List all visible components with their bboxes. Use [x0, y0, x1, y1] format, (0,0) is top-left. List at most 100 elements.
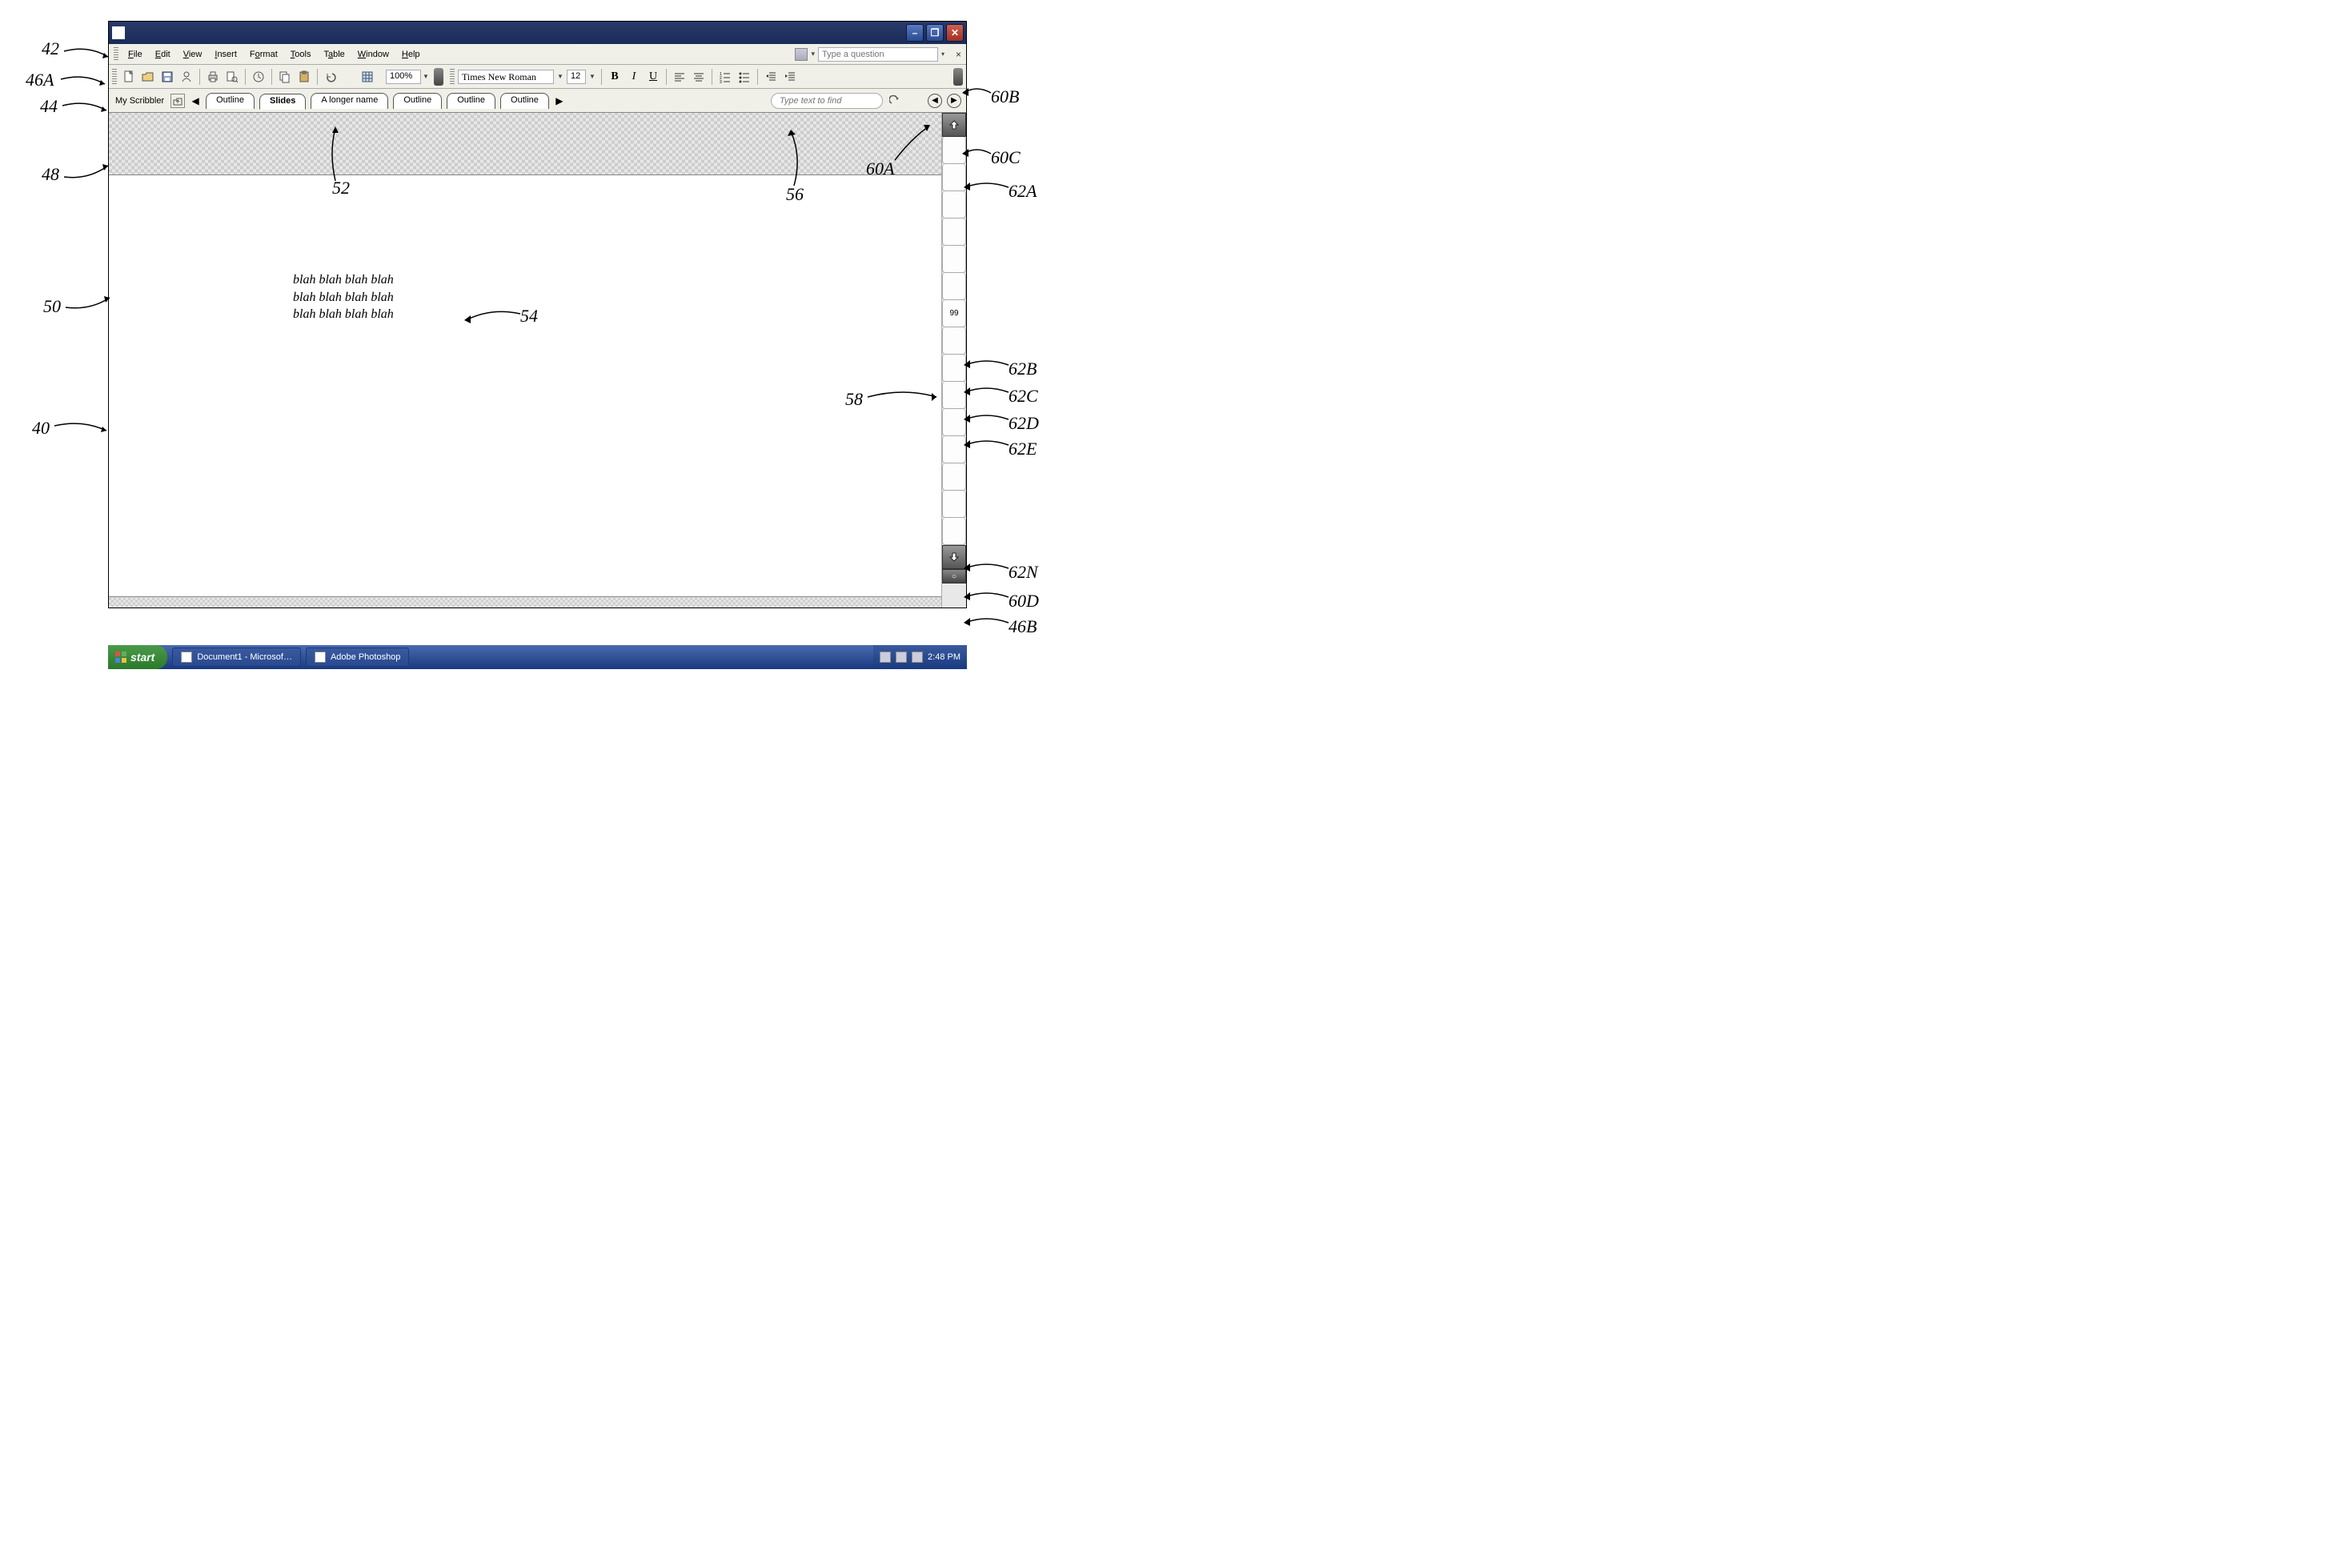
insert-table-button[interactable]	[359, 68, 376, 86]
scroll-cell[interactable]	[942, 219, 966, 246]
document-line: blah blah blah blah	[293, 289, 941, 307]
align-left-button[interactable]	[671, 68, 688, 86]
photoshop-icon	[315, 652, 326, 663]
scroll-cell[interactable]	[942, 518, 966, 545]
svg-text:3: 3	[720, 80, 722, 83]
tab-outline-2[interactable]: Outline	[393, 93, 442, 109]
help-dropdown-arrow-icon[interactable]: ▾	[811, 50, 815, 58]
decrease-indent-button[interactable]	[762, 68, 780, 86]
italic-button[interactable]: I	[625, 68, 643, 86]
align-center-button[interactable]	[690, 68, 708, 86]
menu-view[interactable]: View	[177, 47, 209, 62]
scroll-cell[interactable]	[942, 246, 966, 273]
help-search: ▾ ▾ ×	[795, 47, 961, 62]
close-button[interactable]: ✕	[946, 24, 964, 42]
tab-outline-4[interactable]: Outline	[500, 93, 549, 109]
spell-button[interactable]	[250, 68, 267, 86]
find-input[interactable]	[771, 93, 883, 109]
tab-scroll-left-button[interactable]: ◀	[190, 94, 201, 108]
menu-bar: File Edit View Insert Format Tools Table…	[109, 44, 966, 65]
print-button[interactable]	[204, 68, 222, 86]
callout-54: 54	[520, 306, 538, 327]
scroll-browse-button[interactable]: ○	[942, 569, 966, 583]
tab-longer-name[interactable]: A longer name	[311, 93, 388, 109]
word-icon	[181, 652, 192, 663]
zoom-value[interactable]: 100%	[386, 70, 421, 84]
windows-logo-icon	[114, 651, 127, 664]
open-button[interactable]	[139, 68, 157, 86]
scroll-cell[interactable]	[942, 463, 966, 491]
callout-60C: 60C	[991, 147, 1021, 168]
scroll-down-button[interactable]	[942, 545, 966, 569]
scroll-cell[interactable]	[942, 327, 966, 355]
find-next-button[interactable]: ▶	[947, 94, 961, 108]
scroll-cell-99[interactable]: 99	[942, 300, 966, 327]
tray-icon[interactable]	[880, 652, 891, 663]
start-button[interactable]: start	[108, 645, 167, 669]
scroll-cell[interactable]	[942, 191, 966, 219]
scroll-up-button[interactable]	[942, 113, 966, 137]
callout-56: 56	[786, 184, 804, 205]
save-button[interactable]	[158, 68, 176, 86]
tab-scroll-right-button[interactable]: ▶	[554, 94, 565, 108]
tab-outline-3[interactable]: Outline	[447, 93, 495, 109]
toolbar-grip-icon[interactable]	[450, 69, 455, 85]
menu-file[interactable]: File	[122, 47, 149, 62]
permission-button[interactable]	[178, 68, 195, 86]
document-close-button[interactable]: ×	[956, 49, 961, 60]
taskbar: start Document1 - Microsof… Adobe Photos…	[108, 645, 967, 669]
tab-slides[interactable]: Slides	[259, 94, 306, 110]
document-page[interactable]: blah blah blah blah blah blah blah blah …	[109, 175, 941, 596]
up-folder-button[interactable]	[170, 94, 185, 108]
tray-icon[interactable]	[896, 652, 907, 663]
toolbar-grip-icon[interactable]	[112, 69, 117, 85]
size-dropdown-icon[interactable]: ▼	[588, 70, 597, 84]
tray-icon[interactable]	[912, 652, 923, 663]
task-label: Adobe Photoshop	[331, 652, 400, 662]
font-size-box[interactable]: 12	[567, 70, 586, 84]
new-doc-button[interactable]	[120, 68, 138, 86]
print-preview-button[interactable]	[223, 68, 241, 86]
bullets-button[interactable]	[736, 68, 753, 86]
callout-60B: 60B	[991, 86, 1019, 107]
numbering-button[interactable]: 123	[716, 68, 734, 86]
scroll-cell[interactable]	[942, 273, 966, 300]
scroll-cell[interactable]	[942, 436, 966, 463]
scroll-cell[interactable]	[942, 491, 966, 518]
menu-window[interactable]: Window	[351, 47, 395, 62]
find-go-button[interactable]	[888, 94, 902, 108]
clock: 2:48 PM	[928, 652, 960, 662]
standard-toolbar: 100% ▼ Times New Roman ▼ 12 ▼ B I U 123	[109, 65, 966, 89]
paste-button[interactable]	[295, 68, 313, 86]
maximize-button[interactable]: ❐	[926, 24, 944, 42]
toolbar-grip-icon[interactable]	[114, 47, 118, 62]
font-name-box[interactable]: Times New Roman	[458, 70, 554, 84]
horizontal-scrollbar[interactable]	[109, 596, 941, 608]
copy-button[interactable]	[276, 68, 294, 86]
underline-button[interactable]: U	[644, 68, 662, 86]
undo-button[interactable]	[322, 68, 339, 86]
help-dropdown2-icon[interactable]: ▾	[941, 50, 944, 58]
find-previous-button[interactable]: ◀	[928, 94, 942, 108]
menu-format[interactable]: Format	[243, 47, 284, 62]
zoom-dropdown-icon[interactable]: ▼	[421, 70, 431, 84]
menu-edit[interactable]: Edit	[149, 47, 177, 62]
taskbar-item-word[interactable]: Document1 - Microsof…	[172, 648, 301, 667]
menu-table[interactable]: Table	[317, 47, 351, 62]
taskbar-item-photoshop[interactable]: Adobe Photoshop	[306, 648, 409, 667]
tab-outline-1[interactable]: Outline	[206, 93, 255, 109]
menu-insert[interactable]: Insert	[208, 47, 243, 62]
callout-44: 44	[40, 96, 58, 117]
increase-indent-button[interactable]	[781, 68, 799, 86]
scroll-cell[interactable]	[942, 382, 966, 409]
scroll-cell[interactable]	[942, 164, 966, 191]
menu-tools[interactable]: Tools	[284, 47, 318, 62]
scroll-cell[interactable]	[942, 409, 966, 436]
menu-help[interactable]: Help	[395, 47, 427, 62]
minimize-button[interactable]: –	[906, 24, 924, 42]
bold-button[interactable]: B	[606, 68, 624, 86]
toolbar-overflow-button[interactable]	[434, 68, 443, 86]
scroll-cell[interactable]	[942, 355, 966, 382]
font-dropdown-icon[interactable]: ▼	[555, 70, 565, 84]
help-input[interactable]	[818, 47, 938, 62]
